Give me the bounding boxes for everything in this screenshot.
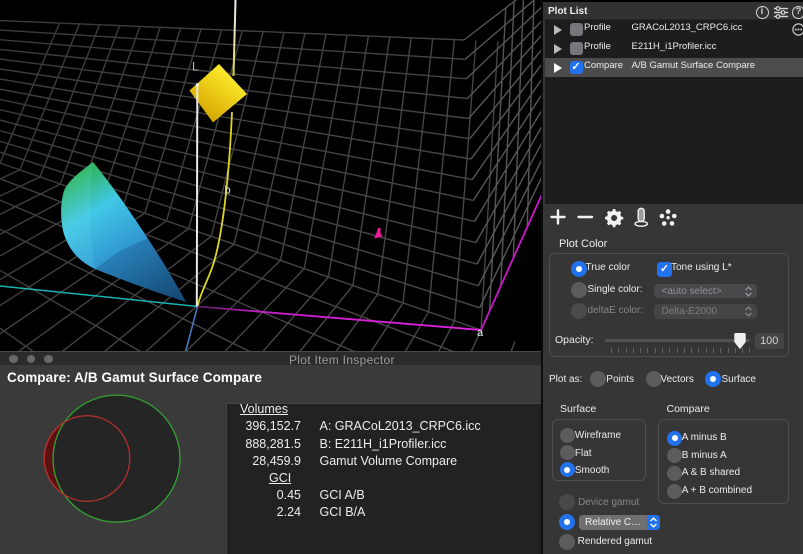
svg-text:L: L [192,60,199,74]
svg-text:a: a [477,327,484,339]
svg-text:b: b [225,185,231,197]
